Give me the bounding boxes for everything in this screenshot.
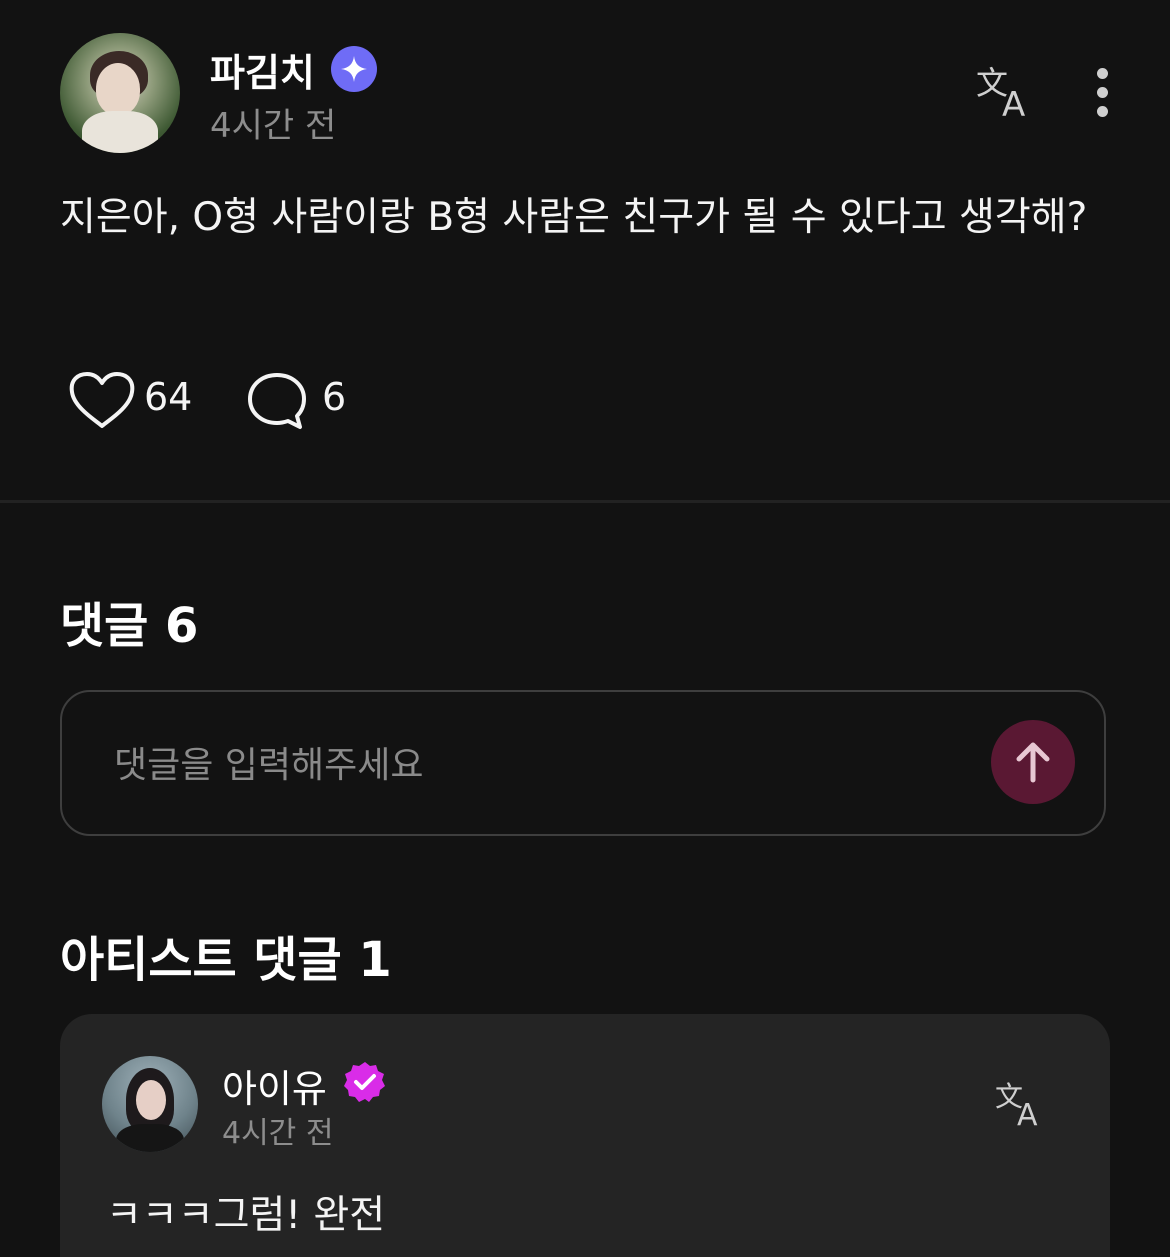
- comments-heading: 댓글 6: [60, 598, 199, 654]
- translate-icon[interactable]: 文 A: [995, 1080, 1047, 1133]
- post-timestamp: 4시간 전: [210, 106, 337, 146]
- artist-comment-text: ㅋㅋㅋ그럼! 완전: [106, 1193, 386, 1238]
- verified-badge-icon: [343, 1060, 387, 1104]
- send-comment-button[interactable]: [991, 720, 1075, 804]
- svg-text:A: A: [1002, 85, 1025, 120]
- translate-icon[interactable]: 文 A: [976, 64, 1036, 125]
- comment-count: 6: [322, 375, 347, 419]
- like-count: 64: [144, 375, 193, 419]
- post-detail-page: 파김치 4시간 전 文 A 지은아, O형 사람이랑 B형 사람은 친구가 될 …: [0, 0, 1170, 1257]
- comment-input[interactable]: [112, 736, 956, 794]
- section-divider: [0, 500, 1170, 503]
- artist-comments-heading: 아티스트 댓글 1: [60, 932, 392, 988]
- arrow-up-icon: [1016, 742, 1050, 783]
- artist-comment-card: 아이유 4시간 전 文 A ㅋㅋㅋ그럼! 완전: [60, 1014, 1110, 1257]
- artist-avatar[interactable]: [102, 1056, 198, 1152]
- post-body: 지은아, O형 사람이랑 B형 사람은 친구가 될 수 있다고 생각해?: [60, 195, 1088, 240]
- sparkle-badge-icon: [331, 46, 377, 92]
- author-avatar[interactable]: [60, 33, 180, 153]
- author-name[interactable]: 파김치: [210, 42, 315, 97]
- more-vertical-icon[interactable]: [1090, 68, 1114, 118]
- comment-bubble-icon[interactable]: [246, 370, 308, 432]
- artist-comment-timestamp: 4시간 전: [222, 1116, 334, 1151]
- heart-icon[interactable]: [68, 370, 136, 432]
- svg-text:A: A: [1017, 1098, 1038, 1128]
- comment-input-container: [60, 690, 1106, 836]
- artist-name[interactable]: 아이유: [222, 1058, 327, 1113]
